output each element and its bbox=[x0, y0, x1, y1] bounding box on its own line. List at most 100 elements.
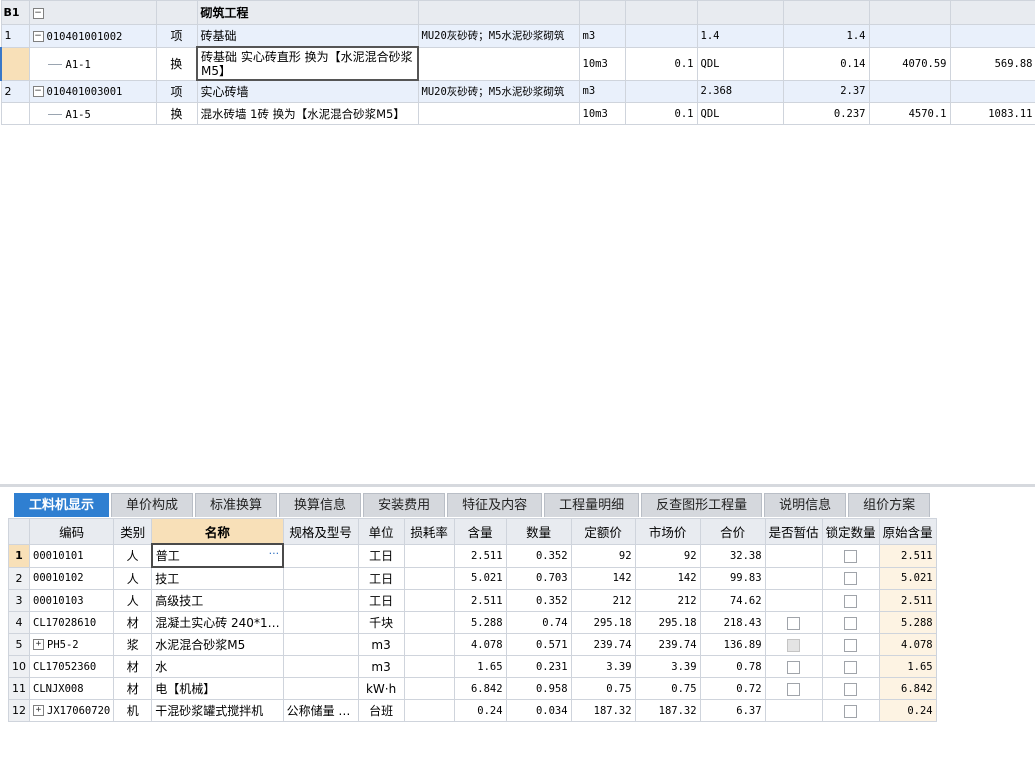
tab-graphic-quantity[interactable]: 反查图形工程量 bbox=[641, 493, 763, 517]
tab-description[interactable]: 说明信息 bbox=[764, 493, 847, 517]
tab-labor-material-machine[interactable]: 工料机显示 bbox=[14, 493, 110, 517]
bill-item-row[interactable]: 1 −010401001002 项 砖基础 MU20灰砂砖；M5水泥砂浆砌筑 m… bbox=[0, 24, 1035, 48]
resource-market-price[interactable]: 212 bbox=[634, 589, 701, 612]
checkbox[interactable] bbox=[844, 572, 858, 586]
checkbox[interactable] bbox=[787, 616, 801, 630]
resource-content[interactable]: 6.842 bbox=[453, 677, 507, 700]
resource-code[interactable]: + PH5-2 bbox=[28, 633, 115, 656]
resource-market-price[interactable]: 0.75 bbox=[634, 677, 701, 700]
resource-code[interactable]: 00010101 bbox=[28, 543, 115, 568]
resource-name[interactable]: 电【机械】 bbox=[151, 677, 284, 700]
resource-category[interactable]: 人 bbox=[113, 589, 153, 612]
resource-unit[interactable]: 工日 bbox=[357, 543, 405, 568]
expand-icon[interactable]: + bbox=[33, 639, 44, 650]
resource-category[interactable]: 机 bbox=[113, 699, 153, 722]
item-feature[interactable]: MU20灰砂砖；M5水泥砂浆砌筑 bbox=[417, 24, 580, 48]
resource-code[interactable]: 00010103 bbox=[28, 589, 115, 612]
resource-market-price[interactable]: 187.32 bbox=[634, 699, 701, 722]
resource-row[interactable]: 5 + PH5-2 浆 水泥混合砂浆M5 m3 4.078 0.571 239.74 239.74… bbox=[8, 633, 937, 656]
col-content[interactable]: 含量 bbox=[453, 518, 507, 545]
resource-spec[interactable] bbox=[282, 589, 359, 612]
checkbox[interactable] bbox=[844, 638, 858, 652]
estimated-checkbox-cell[interactable] bbox=[764, 633, 823, 656]
checkbox[interactable] bbox=[844, 549, 858, 563]
quota-ratio[interactable]: 0.1 bbox=[624, 46, 698, 81]
tab-installation-fee[interactable]: 安装费用 bbox=[363, 493, 446, 517]
resource-name[interactable]: ··· 普工 bbox=[150, 543, 285, 568]
resource-unit[interactable]: m3 bbox=[357, 655, 405, 678]
resource-loss-rate[interactable] bbox=[403, 589, 455, 612]
resource-name[interactable]: 技工 bbox=[151, 566, 284, 590]
resource-unit[interactable]: 工日 bbox=[357, 589, 405, 612]
checkbox[interactable] bbox=[844, 594, 858, 608]
resource-loss-rate[interactable] bbox=[403, 677, 455, 700]
resource-row[interactable]: 12 + JX17060720 机干混砂浆罐式搅拌机 公称储量 … 台班 0.24 0.034… bbox=[8, 699, 937, 722]
resource-quantity[interactable]: 0.74 bbox=[505, 611, 572, 634]
estimated-checkbox-cell[interactable] bbox=[764, 677, 823, 700]
resource-market-price[interactable]: 3.39 bbox=[634, 655, 701, 678]
item-unit[interactable]: m3 bbox=[578, 24, 626, 48]
resource-content[interactable]: 0.24 bbox=[453, 699, 507, 722]
item-qty-expr[interactable]: 1.4 bbox=[696, 24, 784, 48]
col-code[interactable]: 编码 bbox=[28, 518, 115, 545]
lock-qty-checkbox-cell[interactable] bbox=[821, 633, 880, 656]
resource-spec[interactable]: 公称储量 … bbox=[282, 699, 359, 722]
expand-icon[interactable]: + bbox=[33, 705, 44, 716]
resource-loss-rate[interactable] bbox=[403, 566, 455, 590]
lock-qty-checkbox-cell[interactable] bbox=[821, 611, 880, 634]
quota-row[interactable]: A1-5 换 混水砖墙 1砖 换为【水泥混合砂浆M5】 10m3 0.1 QDL… bbox=[0, 102, 1035, 125]
col-estimated[interactable]: 是否暂估 bbox=[764, 518, 823, 545]
resource-spec[interactable] bbox=[282, 566, 359, 590]
resource-name[interactable]: 混凝土实心砖 240*1… bbox=[151, 611, 284, 634]
col-category[interactable]: 类别 bbox=[113, 518, 153, 545]
resource-loss-rate[interactable] bbox=[403, 611, 455, 634]
resource-unit[interactable]: 千块 bbox=[357, 611, 405, 634]
col-sum[interactable]: 合价 bbox=[699, 518, 766, 545]
resource-quantity[interactable]: 0.352 bbox=[505, 543, 572, 568]
resource-category[interactable]: 人 bbox=[113, 566, 153, 590]
lock-qty-checkbox-cell[interactable] bbox=[821, 589, 880, 612]
resource-quantity[interactable]: 0.231 bbox=[505, 655, 572, 678]
resource-content[interactable]: 5.021 bbox=[453, 566, 507, 590]
quota-name[interactable]: 混水砖墙 1砖 换为【水泥混合砂浆M5】 bbox=[196, 102, 419, 125]
resource-spec[interactable] bbox=[282, 543, 359, 568]
resource-code[interactable]: CL17028610 bbox=[28, 611, 115, 634]
resource-market-price[interactable]: 142 bbox=[634, 566, 701, 590]
more-options-icon[interactable]: ··· bbox=[269, 547, 280, 560]
col-original-content[interactable]: 原始含量 bbox=[878, 518, 937, 545]
resource-unit[interactable]: kW·h bbox=[357, 677, 405, 700]
quota-qty[interactable]: 0.14 bbox=[782, 46, 870, 81]
quota-row[interactable]: A1-1 换 砖基础 实心砖直形 换为【水泥混合砂浆M5】 10m3 0.1 Q… bbox=[0, 46, 1035, 81]
resource-category[interactable]: 人 bbox=[113, 543, 153, 568]
resource-content[interactable]: 5.288 bbox=[453, 611, 507, 634]
lock-qty-checkbox-cell[interactable] bbox=[821, 699, 880, 722]
resource-content[interactable]: 1.65 bbox=[453, 655, 507, 678]
resource-unit[interactable]: 工日 bbox=[357, 566, 405, 590]
tab-features-content[interactable]: 特征及内容 bbox=[447, 493, 543, 517]
item-qty[interactable]: 2.37 bbox=[782, 79, 870, 103]
item-name[interactable]: 砖基础 bbox=[196, 24, 419, 48]
estimated-checkbox-cell[interactable] bbox=[764, 655, 823, 678]
lock-qty-checkbox-cell[interactable] bbox=[821, 543, 880, 568]
section-row[interactable]: B1 − 砌筑工程 bbox=[0, 0, 1035, 25]
resource-name[interactable]: 水 bbox=[151, 655, 284, 678]
resource-quantity[interactable]: 0.958 bbox=[505, 677, 572, 700]
collapse-icon[interactable]: − bbox=[32, 86, 44, 98]
checkbox[interactable] bbox=[844, 682, 858, 696]
resource-code[interactable]: CL17052360 bbox=[28, 655, 115, 678]
resource-category[interactable]: 浆 bbox=[113, 633, 153, 656]
checkbox[interactable] bbox=[844, 660, 858, 674]
col-spec[interactable]: 规格及型号 bbox=[282, 518, 359, 545]
item-unit[interactable]: m3 bbox=[578, 79, 626, 103]
col-unit[interactable]: 单位 bbox=[357, 518, 405, 545]
resource-unit[interactable]: m3 bbox=[357, 633, 405, 656]
item-qty-expr[interactable]: 2.368 bbox=[696, 79, 784, 103]
resource-name[interactable]: 干混砂浆罐式搅拌机 bbox=[151, 699, 284, 722]
item-qty[interactable]: 1.4 bbox=[782, 24, 870, 48]
tab-quantity-details[interactable]: 工程量明细 bbox=[544, 493, 640, 517]
col-quota-price[interactable]: 定额价 bbox=[570, 518, 636, 545]
quota-feature[interactable] bbox=[417, 46, 580, 81]
section-toggle[interactable]: − bbox=[28, 0, 157, 25]
estimated-checkbox-cell[interactable] bbox=[764, 611, 823, 634]
quota-name[interactable]: 砖基础 实心砖直形 换为【水泥混合砂浆M5】 bbox=[196, 46, 419, 81]
